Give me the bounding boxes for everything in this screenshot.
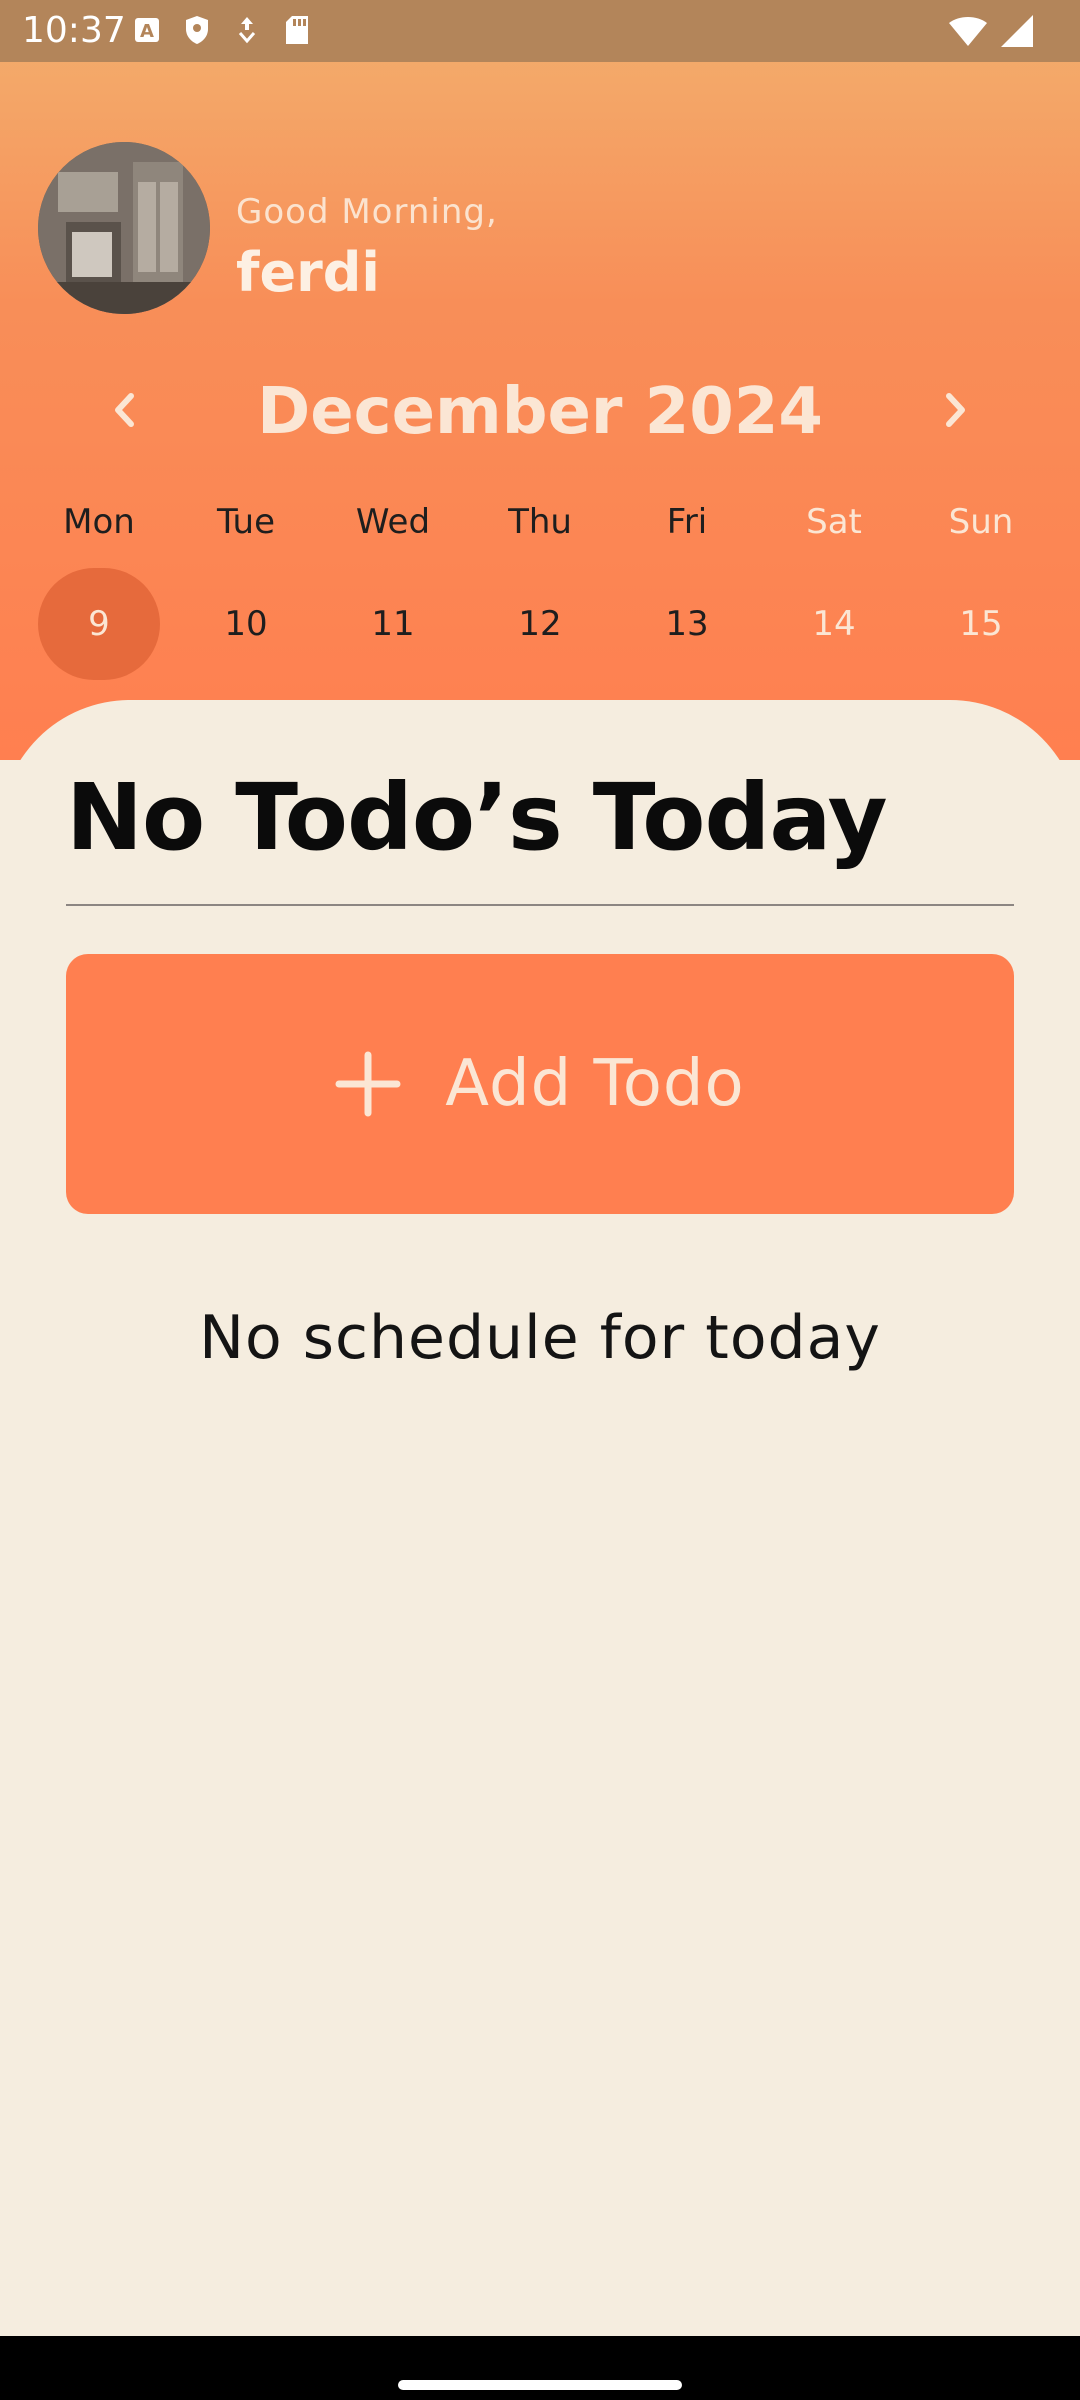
status-time: 10:37 <box>22 10 126 51</box>
day-fri[interactable]: Fri 13 <box>626 496 748 680</box>
home-indicator[interactable] <box>398 2380 682 2390</box>
day-number[interactable]: 13 <box>626 568 748 680</box>
divider <box>66 904 1014 906</box>
day-number[interactable]: 15 <box>920 568 1042 680</box>
day-mon[interactable]: Mon 9 <box>38 496 160 680</box>
svg-text:A: A <box>140 21 154 42</box>
status-bar: 10:37 A <box>0 0 1080 62</box>
day-number[interactable]: 12 <box>479 568 601 680</box>
chevron-right-icon[interactable] <box>932 386 980 434</box>
text-a-icon: A <box>132 14 162 46</box>
add-todo-label: Add Todo <box>445 1047 745 1121</box>
day-wed[interactable]: Wed 11 <box>332 496 454 680</box>
day-name: Fri <box>666 502 708 542</box>
day-sun[interactable]: Sun 15 <box>920 496 1042 680</box>
avatar[interactable] <box>38 142 210 314</box>
greeting-text: Good Morning, <box>236 192 498 232</box>
day-number[interactable]: 14 <box>773 568 895 680</box>
status-icons-left: A <box>132 14 312 46</box>
day-name: Tue <box>216 502 276 542</box>
content-panel <box>0 700 1080 2336</box>
username: ferdi <box>236 241 380 304</box>
page-title: No Todo’s Today <box>66 764 888 871</box>
day-number[interactable]: 10 <box>185 568 307 680</box>
month-title: December 2024 <box>257 375 823 449</box>
day-name: Mon <box>63 502 135 542</box>
signal-icon <box>1000 14 1034 52</box>
day-sat[interactable]: Sat 14 <box>773 496 895 680</box>
download-icon <box>232 14 262 46</box>
chevron-left-icon[interactable] <box>100 386 148 434</box>
plus-icon <box>335 1051 401 1117</box>
wifi-icon <box>948 14 988 52</box>
add-todo-button[interactable]: Add Todo <box>66 954 1014 1214</box>
day-name: Sat <box>806 502 862 542</box>
day-number[interactable]: 11 <box>332 568 454 680</box>
sd-card-icon <box>282 14 312 46</box>
system-nav-bar <box>0 2336 1080 2400</box>
empty-state-message: No schedule for today <box>199 1303 881 1373</box>
day-name: Wed <box>355 502 431 542</box>
day-thu[interactable]: Thu 12 <box>479 496 601 680</box>
day-number-selected[interactable]: 9 <box>38 568 160 680</box>
day-tue[interactable]: Tue 10 <box>185 496 307 680</box>
shield-icon <box>182 14 212 46</box>
day-name: Sun <box>948 502 1014 542</box>
day-name: Thu <box>508 502 572 542</box>
status-icons-right <box>948 14 1034 52</box>
week-row: Mon 9 Tue 10 Wed 11 Thu 12 Fri 13 Sat 14… <box>38 496 1042 680</box>
